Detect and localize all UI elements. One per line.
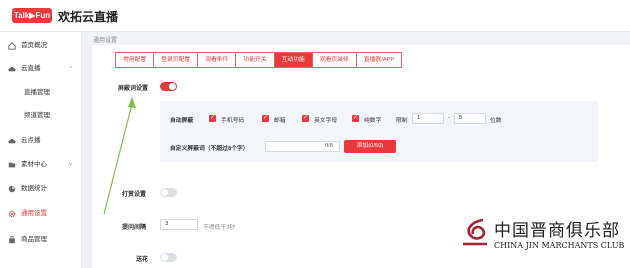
watermark-chinese: 中国晋商俱乐部 [494,221,620,241]
club-logo-icon [463,218,487,246]
watermark-english: CHINA JIN MARCHANTS CLUB [494,241,625,250]
